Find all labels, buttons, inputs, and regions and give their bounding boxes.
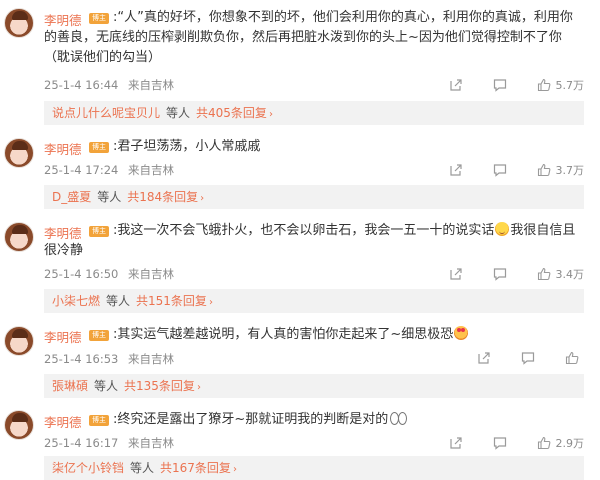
comment-date: 25-1-4 16:44	[44, 78, 119, 92]
author-badge: 博主	[89, 330, 109, 341]
chevron-right-icon: ›	[196, 382, 201, 393]
reply-count[interactable]: 共184条回复	[127, 190, 198, 204]
comment-meta: 25-1-4 17:24 来自吉林	[44, 162, 174, 178]
comment-username[interactable]: 李明德	[44, 139, 82, 158]
reply-others: 等人	[130, 461, 155, 475]
comment-date: 25-1-4 16:17	[44, 436, 119, 450]
author-badge: 博主	[89, 142, 109, 153]
comment-meta: 25-1-4 16:53 来自吉林	[44, 351, 174, 367]
reply-summary[interactable]: 说点儿什么呢宝贝儿 等人 共405条回复 ›	[44, 101, 584, 125]
comment-username[interactable]: 李明德	[44, 327, 82, 346]
like-icon[interactable]	[537, 163, 551, 177]
avatar[interactable]	[4, 326, 34, 356]
author-badge: 博主	[89, 415, 109, 426]
comment-username[interactable]: 李明德	[44, 412, 82, 431]
reply-count[interactable]: 共405条回复	[196, 106, 267, 120]
chevron-right-icon: ›	[232, 464, 237, 475]
comment-date: 25-1-4 16:53	[44, 352, 119, 366]
chevron-right-icon: ›	[200, 193, 205, 204]
reply-username[interactable]: 柒亿个小铃铛	[52, 461, 124, 475]
comment-icon[interactable]	[493, 267, 507, 281]
reply-count[interactable]: 共151条回复	[136, 294, 207, 308]
comment-text-part: :其实运气越差越说明，有人真的害怕你走起来了~细思极恐	[113, 327, 454, 342]
like-count: 5.7万	[555, 79, 585, 92]
reply-username[interactable]: D_盛夏	[52, 190, 91, 204]
comment-meta: 25-1-4 16:50 来自吉林	[44, 266, 174, 282]
comment-actions	[477, 351, 584, 365]
reply-username[interactable]: 小柒七燃	[52, 294, 100, 308]
comment-text: :君子坦荡荡，小人常戚戚	[113, 139, 261, 154]
reply-others: 等人	[97, 190, 122, 204]
chevron-right-icon: ›	[208, 297, 213, 308]
comment-icon[interactable]	[493, 78, 507, 92]
smile-emoji-icon	[495, 222, 510, 236]
comment-icon[interactable]	[521, 351, 535, 365]
reply-others: 等人	[94, 379, 119, 393]
reply-count[interactable]: 共167条回复	[160, 461, 231, 475]
comment-text: :终究还是露出了獠牙~那就证明我的判断是对的	[113, 410, 583, 430]
comment-source: 来自吉林	[128, 78, 175, 92]
share-icon[interactable]	[449, 267, 463, 281]
avatar[interactable]	[4, 410, 34, 440]
share-icon[interactable]	[449, 163, 463, 177]
comment-text: :“人”真的好坏，你想象不到的坏，他们会利用你的真心，利用你的真诚，利用你的善良…	[44, 10, 573, 65]
comment-icon[interactable]	[493, 163, 507, 177]
chevron-right-icon: ›	[268, 109, 273, 120]
comment-text: :其实运气越差越说明，有人真的害怕你走起来了~细思极恐	[113, 325, 583, 345]
comment-date: 25-1-4 16:50	[44, 267, 119, 281]
comment-date: 25-1-4 17:24	[44, 163, 119, 177]
like-icon[interactable]	[537, 78, 551, 92]
comment-actions: 2.9万	[449, 435, 585, 451]
reply-others: 等人	[166, 106, 191, 120]
avatar[interactable]	[4, 138, 34, 168]
reply-count[interactable]: 共135条回复	[124, 379, 195, 393]
eyes-emoji-icon	[389, 411, 408, 425]
like-icon[interactable]	[565, 351, 579, 365]
comment-source: 来自吉林	[128, 163, 175, 177]
heart-eyes-emoji-icon	[454, 326, 469, 340]
comment-icon[interactable]	[493, 436, 507, 450]
comment-meta: 25-1-4 16:17 来自吉林	[44, 435, 174, 451]
share-icon[interactable]	[449, 436, 463, 450]
reply-summary[interactable]: 張琳碩 等人 共135条回复 ›	[44, 374, 584, 398]
reply-username[interactable]: 说点儿什么呢宝贝儿	[52, 106, 160, 120]
like-icon[interactable]	[537, 267, 551, 281]
avatar[interactable]	[4, 222, 34, 252]
comment-actions: 3.7万	[449, 162, 585, 178]
comment-source: 来自吉林	[128, 436, 175, 450]
like-count: 2.9万	[555, 437, 585, 450]
reply-summary[interactable]: 柒亿个小铃铛 等人 共167条回复 ›	[44, 456, 584, 480]
comment-text-part: :终究还是露出了獠牙~那就证明我的判断是对的	[113, 412, 389, 427]
avatar[interactable]	[4, 8, 34, 38]
comment-source: 来自吉林	[128, 352, 175, 366]
like-count: 3.7万	[555, 164, 585, 177]
comment-text-part: :我这一次不会飞蛾扑火，也不会以卵击石，我会一五一十的说实话	[113, 223, 495, 238]
comment-actions: 3.4万	[449, 266, 585, 282]
share-icon[interactable]	[449, 78, 463, 92]
reply-summary[interactable]: D_盛夏 等人 共184条回复 ›	[44, 185, 584, 209]
reply-others: 等人	[106, 294, 131, 308]
reply-summary[interactable]: 小柒七燃 等人 共151条回复 ›	[44, 289, 584, 313]
comment-meta: 25-1-4 16:44 来自吉林	[44, 77, 174, 93]
comment-actions: 5.7万	[449, 77, 585, 93]
comment-source: 来自吉林	[128, 267, 175, 281]
share-icon[interactable]	[477, 351, 491, 365]
comment-text: :我这一次不会飞蛾扑火，也不会以卵击石，我会一五一十的说实话 我很自信且很冷静	[44, 221, 584, 261]
reply-username[interactable]: 張琳碩	[52, 379, 88, 393]
like-icon[interactable]	[537, 436, 551, 450]
like-count: 3.4万	[555, 268, 585, 281]
